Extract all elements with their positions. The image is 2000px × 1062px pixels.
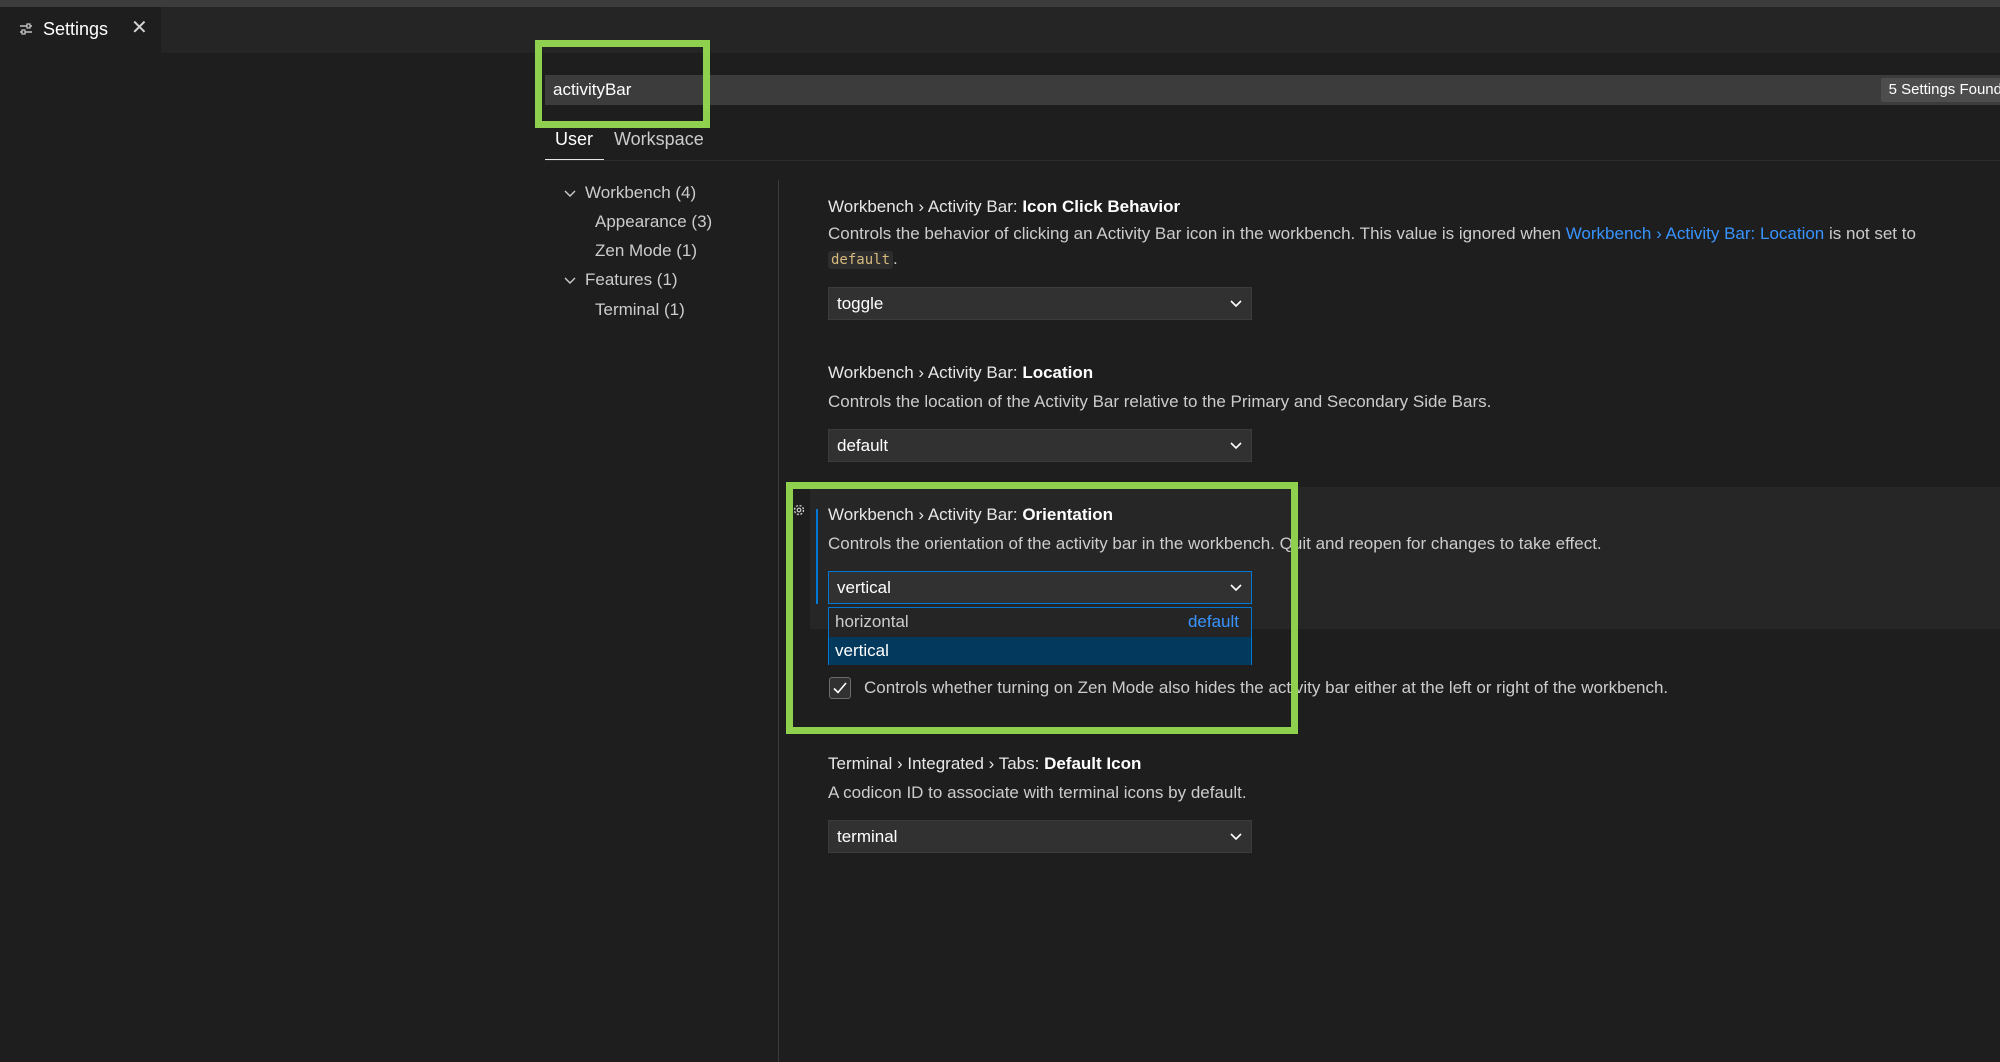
toc-item-workbench[interactable]: Workbench (4)	[585, 183, 696, 203]
setting-description: Controls the location of the Activity Ba…	[828, 392, 1492, 411]
chevron-down-icon	[1230, 300, 1242, 308]
highlight-box-orientation	[786, 482, 1298, 734]
setting-description-cont: default.	[828, 246, 2000, 273]
setting-description: A codicon ID to associate with terminal …	[828, 783, 1247, 802]
icon-click-behavior-select[interactable]: toggle	[828, 287, 1252, 320]
terminal-default-icon-select[interactable]: terminal	[828, 820, 1252, 853]
chevron-down-icon	[1230, 833, 1242, 841]
setting-description: Controls the behavior of clicking an Act…	[828, 224, 1916, 243]
tab-user[interactable]: User	[555, 129, 593, 150]
toc-item-features[interactable]: Features (1)	[585, 270, 678, 290]
toc-item-zen-mode[interactable]: Zen Mode (1)	[595, 241, 697, 261]
tab-label: Settings	[43, 19, 109, 39]
code-chip: default	[828, 251, 894, 269]
editor-tab-bar: Settings ✕	[0, 7, 2000, 53]
setting-link[interactable]: Workbench › Activity Bar: Location	[1566, 224, 1825, 243]
tab-workspace[interactable]: Workspace	[614, 129, 704, 150]
settings-search: 5 Settings Found	[545, 75, 2000, 105]
chevron-down-icon[interactable]	[563, 187, 577, 201]
divider	[545, 160, 2000, 161]
settings-sliders-icon	[20, 23, 32, 35]
title-strip	[0, 0, 2000, 7]
toc-item-appearance[interactable]: Appearance (3)	[595, 212, 712, 232]
setting-title: Workbench › Activity Bar: Icon Click Beh…	[828, 197, 1181, 216]
location-select[interactable]: default	[828, 429, 1252, 462]
close-icon[interactable]: ✕	[131, 15, 148, 40]
setting-terminal-default-icon: Terminal › Integrated › Tabs: Default Ic…	[828, 754, 2000, 805]
settings-editor: Settings ✕ 5 Settings Found User Workspa…	[0, 0, 2000, 1062]
highlight-box-search	[535, 40, 710, 128]
setting-location: Workbench › Activity Bar: Location Contr…	[828, 363, 2000, 414]
setting-icon-click-behavior: Workbench › Activity Bar: Icon Click Beh…	[828, 197, 2000, 273]
chevron-down-icon	[1230, 442, 1242, 450]
toc-divider	[778, 180, 779, 1062]
setting-title: Workbench › Activity Bar: Location	[828, 363, 1094, 382]
setting-title: Terminal › Integrated › Tabs: Default Ic…	[828, 754, 1142, 773]
chevron-down-icon[interactable]	[563, 274, 577, 288]
results-count-badge: 5 Settings Found	[1880, 78, 2000, 102]
toc-item-terminal[interactable]: Terminal (1)	[595, 300, 685, 320]
tab-settings[interactable]: Settings ✕	[0, 7, 161, 53]
